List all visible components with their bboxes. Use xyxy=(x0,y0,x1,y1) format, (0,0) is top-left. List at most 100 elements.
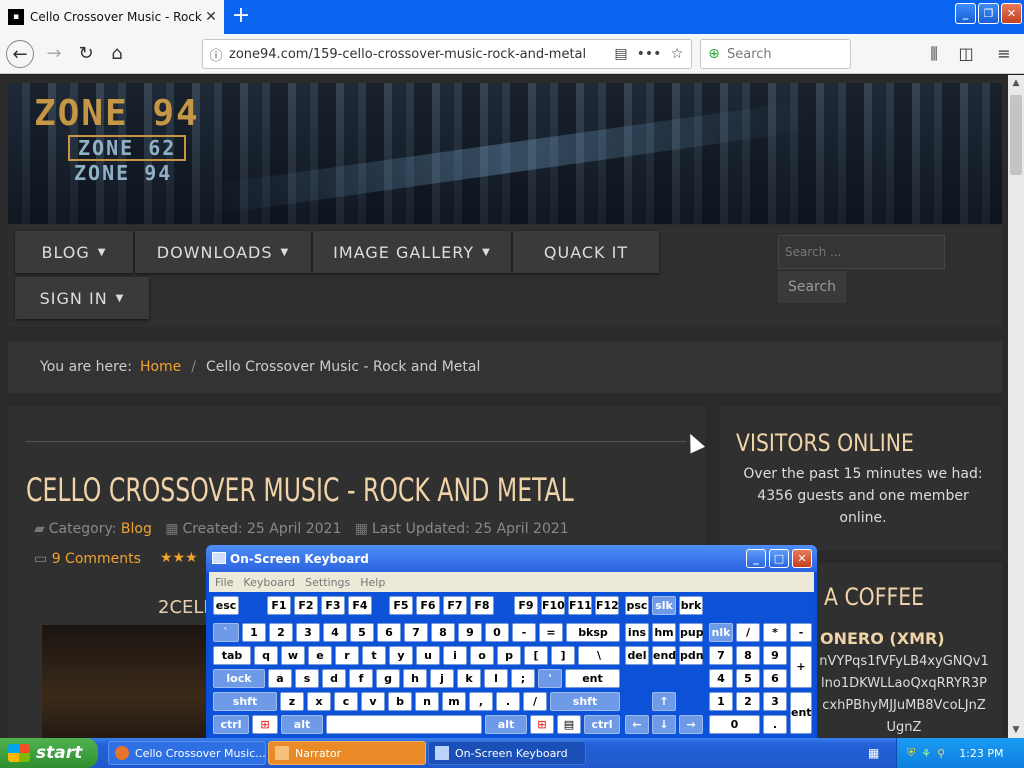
osk-minimize-button[interactable]: _ xyxy=(746,549,766,568)
key-ins[interactable]: ins xyxy=(625,623,649,642)
key-f8[interactable]: F8 xyxy=(470,596,494,615)
site-search-button[interactable]: Search xyxy=(778,271,846,303)
key-pdn[interactable]: pdn xyxy=(679,646,704,665)
key-comma[interactable]: , xyxy=(469,692,493,711)
key-h[interactable]: h xyxy=(403,669,427,688)
key-w[interactable]: w xyxy=(281,646,305,665)
key-7[interactable]: 7 xyxy=(404,623,428,642)
key-n[interactable]: n xyxy=(415,692,439,711)
key-b[interactable]: b xyxy=(388,692,412,711)
key-f5[interactable]: F5 xyxy=(389,596,413,615)
key-quote[interactable]: ' xyxy=(538,669,562,688)
osk-menu-file[interactable]: File xyxy=(215,576,233,589)
search-icon[interactable]: ⚲ xyxy=(937,747,945,760)
nav-blog[interactable]: BLOG ▼ xyxy=(15,231,133,273)
osk-menu-settings[interactable]: Settings xyxy=(305,576,350,589)
key-num-4[interactable]: 4 xyxy=(709,669,733,688)
key-period[interactable]: . xyxy=(496,692,520,711)
key-4[interactable]: 4 xyxy=(323,623,347,642)
key-f3[interactable]: F3 xyxy=(321,596,345,615)
key-y[interactable]: y xyxy=(389,646,413,665)
reader-view-icon[interactable]: ▤ xyxy=(607,46,635,62)
key-bksp[interactable]: bksp xyxy=(566,623,620,642)
scroll-down-icon[interactable]: ▼ xyxy=(1008,722,1024,738)
browser-search-input[interactable]: ⊕ Search xyxy=(700,39,851,69)
home-icon[interactable]: ⌂ xyxy=(103,40,131,68)
network-icon[interactable]: ⚘ xyxy=(921,747,931,760)
key-space[interactable] xyxy=(326,715,482,734)
key-f2[interactable]: F2 xyxy=(294,596,318,615)
key-esc[interactable]: esc xyxy=(213,596,239,615)
key-5[interactable]: 5 xyxy=(350,623,374,642)
key-num-9[interactable]: 9 xyxy=(763,646,787,665)
key-num-3[interactable]: 3 xyxy=(763,692,787,711)
category-link[interactable]: Blog xyxy=(121,521,152,537)
rating-stars[interactable]: ★★★ xyxy=(160,550,198,566)
nav-image-gallery[interactable]: IMAGE GALLERY ▼ xyxy=(313,231,511,273)
key-o[interactable]: o xyxy=(470,646,494,665)
key-f7[interactable]: F7 xyxy=(443,596,467,615)
key-up-arrow-icon[interactable]: ↑ xyxy=(652,692,676,711)
task-osk[interactable]: On-Screen Keyboard xyxy=(428,741,586,765)
key-semicolon[interactable]: ; xyxy=(511,669,535,688)
key-alt-left[interactable]: alt xyxy=(281,715,323,734)
scroll-thumb[interactable] xyxy=(1010,95,1022,175)
security-shield-icon[interactable]: ⛨ xyxy=(907,746,915,760)
key-slk[interactable]: slk xyxy=(652,596,676,615)
comments-link[interactable]: ▭ 9 Comments xyxy=(34,551,141,567)
page-actions-icon[interactable]: ••• xyxy=(635,46,663,62)
key-a[interactable]: a xyxy=(268,669,292,688)
sidebar-icon[interactable]: ◫ xyxy=(952,40,980,68)
task-narrator[interactable]: Narrator xyxy=(268,741,426,765)
key-0[interactable]: 0 xyxy=(485,623,509,642)
key-brk[interactable]: brk xyxy=(679,596,703,615)
browser-tab[interactable]: ▪ Cello Crossover Music - Rock and Metal… xyxy=(0,0,224,34)
task-firefox[interactable]: Cello Crossover Music... xyxy=(108,741,266,765)
key-end[interactable]: end xyxy=(652,646,676,665)
key-8[interactable]: 8 xyxy=(431,623,455,642)
key-backtick[interactable]: ` xyxy=(213,623,239,642)
key-equals[interactable]: = xyxy=(539,623,563,642)
osk-close-button[interactable]: ✕ xyxy=(792,549,812,568)
key-f9[interactable]: F9 xyxy=(514,596,538,615)
key-q[interactable]: q xyxy=(254,646,278,665)
site-logo[interactable]: ZONE 94 xyxy=(34,93,200,134)
key-e[interactable]: e xyxy=(308,646,332,665)
key-rbracket[interactable]: ] xyxy=(551,646,575,665)
site-info-icon[interactable]: ⓘ xyxy=(203,45,229,64)
back-button[interactable]: ← xyxy=(6,40,34,68)
key-hm[interactable]: hm xyxy=(652,623,676,642)
key-num-decimal[interactable]: . xyxy=(763,715,787,734)
key-k[interactable]: k xyxy=(457,669,481,688)
osk-maximize-button[interactable]: □ xyxy=(769,549,789,568)
new-tab-button[interactable]: + xyxy=(228,4,254,30)
forward-button[interactable]: → xyxy=(40,40,68,68)
key-down-arrow-icon[interactable]: ↓ xyxy=(652,715,676,734)
key-del[interactable]: del xyxy=(625,646,649,665)
key-num-1[interactable]: 1 xyxy=(709,692,733,711)
minimize-button[interactable]: _ xyxy=(955,3,976,24)
key-c[interactable]: c xyxy=(334,692,358,711)
library-icon[interactable]: ⫼ xyxy=(920,40,948,68)
key-9[interactable]: 9 xyxy=(458,623,482,642)
key-left-arrow-icon[interactable]: ← xyxy=(625,715,649,734)
url-bar[interactable]: ⓘ zone94.com/159-cello-crossover-music-r… xyxy=(202,39,692,69)
key-shift-right[interactable]: shft xyxy=(550,692,620,711)
breadcrumb-home-link[interactable]: Home xyxy=(140,359,181,375)
key-3[interactable]: 3 xyxy=(296,623,320,642)
osk-title-bar[interactable]: On-Screen Keyboard _ □ ✕ xyxy=(206,545,817,572)
key-f6[interactable]: F6 xyxy=(416,596,440,615)
key-num-2[interactable]: 2 xyxy=(736,692,760,711)
key-u[interactable]: u xyxy=(416,646,440,665)
key-backslash[interactable]: \ xyxy=(578,646,620,665)
key-f11[interactable]: F11 xyxy=(568,596,592,615)
keyboard-layout-icon[interactable]: ▦ xyxy=(868,746,884,760)
key-num-6[interactable]: 6 xyxy=(763,669,787,688)
key-j[interactable]: j xyxy=(430,669,454,688)
key-f12[interactable]: F12 xyxy=(595,596,619,615)
windows-key-icon[interactable]: ⊞ xyxy=(252,715,278,734)
key-shift-left[interactable]: shft xyxy=(213,692,277,711)
key-num-ent[interactable]: ent xyxy=(790,692,812,734)
key-pup[interactable]: pup xyxy=(679,623,704,642)
osk-menu-keyboard[interactable]: Keyboard xyxy=(243,576,295,589)
